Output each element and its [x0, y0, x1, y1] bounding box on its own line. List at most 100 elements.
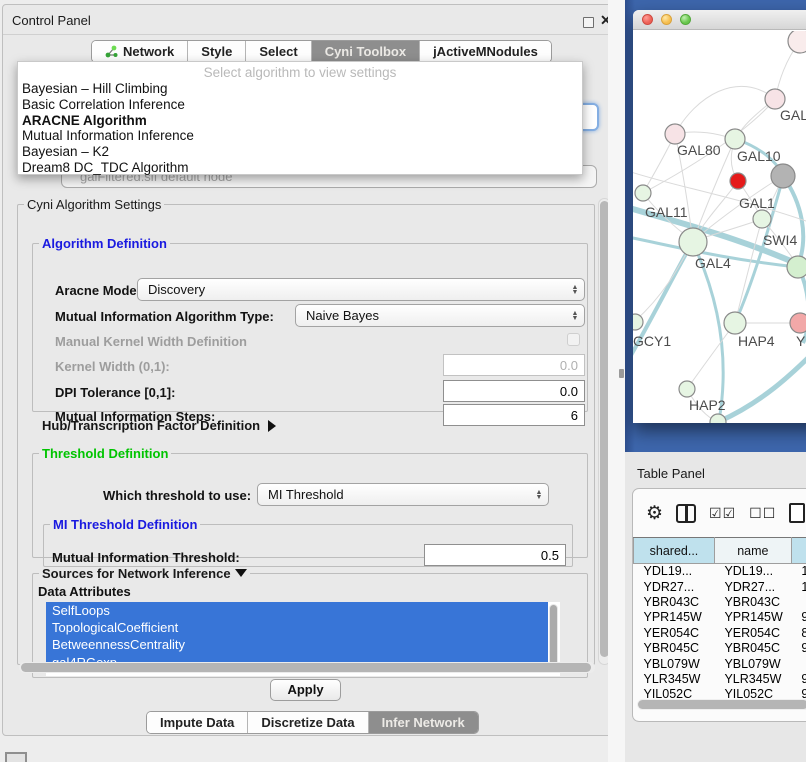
chevron-right-icon: [268, 420, 276, 432]
node-table: shared...nameA YDL19...YDL19...13YDR27..…: [633, 537, 806, 702]
network-node-gal10[interactable]: [725, 129, 745, 149]
table-row[interactable]: YDL19...YDL19...13: [634, 564, 806, 579]
table-cell: YER054C: [714, 625, 791, 640]
table-cell: YDR27...: [634, 579, 715, 594]
tab-style[interactable]: Style: [188, 41, 246, 62]
select-all-icon[interactable]: ☑☑: [709, 505, 736, 522]
stepper-icon: ▲▼: [530, 484, 548, 505]
algorithm-definition-title: Algorithm Definition: [39, 236, 170, 251]
minimized-panel-icon[interactable]: [5, 752, 27, 762]
mi-threshold-definition-title: MI Threshold Definition: [50, 517, 200, 532]
settings-group-title: Cyni Algorithm Settings: [24, 197, 164, 212]
mi-steps-field[interactable]: [443, 404, 585, 426]
data-attributes-label: Data Attributes: [38, 584, 131, 599]
network-edge[interactable]: [687, 323, 735, 389]
tab-infer-network[interactable]: Infer Network: [369, 712, 478, 733]
tab-label: Select: [259, 44, 297, 59]
network-edge[interactable]: [718, 351, 806, 422]
settings-horizontal-scrollbar[interactable]: [19, 662, 595, 673]
network-edge[interactable]: [783, 176, 803, 266]
network-node[interactable]: [710, 414, 726, 423]
table-row[interactable]: YBR043CYBR043C: [634, 594, 806, 609]
mi-algorithm-type-label: Mutual Information Algorithm Type:: [55, 309, 274, 324]
table-row[interactable]: YLR345WYLR345W9.: [634, 671, 806, 686]
algorithm-option[interactable]: Bayesian – Hill Climbing: [18, 81, 582, 97]
tab-discretize-data[interactable]: Discretize Data: [248, 712, 368, 733]
network-node-gcy1[interactable]: [633, 314, 643, 330]
table-row[interactable]: YBL079WYBL079W: [634, 656, 806, 671]
which-threshold-combo[interactable]: MI Threshold ▲▼: [257, 483, 549, 506]
network-window[interactable]: GALGAL80GAL10GAL11GAL1SWI4GAL4GCY1HAP4YH…: [633, 10, 806, 423]
algorithm-option[interactable]: Basic Correlation Inference: [18, 97, 582, 113]
network-node-hap2[interactable]: [679, 381, 695, 397]
network-edge[interactable]: [675, 86, 775, 134]
attribute-item[interactable]: TopologicalCoefficient: [46, 619, 548, 636]
gear-icon[interactable]: ⚙: [646, 504, 663, 523]
network-node-gal80[interactable]: [665, 124, 685, 144]
tab-cyni-toolbox[interactable]: Cyni Toolbox: [312, 41, 420, 62]
columns-icon[interactable]: [676, 504, 696, 523]
manual-kernel-checkbox[interactable]: [567, 333, 580, 346]
mi-algorithm-type-combo[interactable]: Naive Bayes ▲▼: [295, 304, 585, 327]
sources-title[interactable]: Sources for Network Inference: [39, 566, 250, 581]
tab-network[interactable]: Network: [92, 41, 188, 62]
mi-threshold-field[interactable]: [424, 544, 566, 566]
node-label: HAP2: [689, 397, 726, 413]
network-node[interactable]: [730, 173, 746, 189]
algorithm-option[interactable]: Bayesian – K2: [18, 144, 582, 160]
network-node-gal4[interactable]: [679, 228, 707, 256]
attribute-item[interactable]: BetweennessCentrality: [46, 636, 548, 653]
deselect-all-icon[interactable]: ☐☐: [749, 505, 776, 522]
attribute-item[interactable]: SelfLoops: [46, 602, 548, 619]
close-traffic-light-icon[interactable]: [642, 14, 653, 25]
kernel-width-field[interactable]: [443, 354, 585, 376]
column-header[interactable]: A: [791, 538, 806, 564]
mi-algorithm-type-value: Naive Bayes: [296, 308, 566, 323]
network-node-gal[interactable]: [765, 89, 785, 109]
which-threshold-label: Which threshold to use:: [103, 488, 251, 503]
table-cell: YDL19...: [714, 564, 791, 579]
network-window-titlebar[interactable]: [633, 10, 806, 30]
node-label: GAL4: [695, 255, 731, 271]
threshold-definition-group: Threshold Definition Which threshold to …: [32, 446, 588, 558]
network-node-swi4[interactable]: [787, 256, 806, 278]
table-row[interactable]: YBR045CYBR045C9.: [634, 640, 806, 655]
column-header[interactable]: shared...: [634, 538, 715, 564]
dpi-tolerance-field[interactable]: [443, 380, 585, 402]
network-node-hap4[interactable]: [724, 312, 746, 334]
table-panel-title: Table Panel: [637, 466, 705, 481]
network-node-y[interactable]: [790, 313, 806, 333]
table-row[interactable]: YPR145WYPR145W9.: [634, 610, 806, 625]
function-builder-icon[interactable]: [789, 503, 805, 523]
hub-expander[interactable]: Hub/Transcription Factor Definition: [42, 418, 276, 433]
bottom-tab-bar: Impute DataDiscretize DataInfer Network: [146, 711, 479, 734]
table-row[interactable]: YER054CYER054C8.: [634, 625, 806, 640]
network-node[interactable]: [771, 164, 795, 188]
algorithm-option[interactable]: ARACNE Algorithm: [18, 113, 582, 129]
float-window-icon[interactable]: [583, 17, 594, 28]
node-label: GAL1: [739, 195, 775, 211]
split-handle[interactable]: [619, 369, 624, 378]
aracne-mode-combo[interactable]: Discovery ▲▼: [137, 278, 585, 301]
aracne-mode-value: Discovery: [138, 282, 566, 297]
table-row[interactable]: YDR27...YDR27...12: [634, 579, 806, 594]
zoom-traffic-light-icon[interactable]: [680, 14, 691, 25]
algorithm-option[interactable]: Dream8 DC_TDC Algorithm: [18, 160, 582, 176]
minimize-traffic-light-icon[interactable]: [661, 14, 672, 25]
network-edge[interactable]: [735, 219, 762, 323]
network-node-gal1[interactable]: [753, 210, 771, 228]
network-node[interactable]: [788, 31, 806, 53]
table-horizontal-scrollbar[interactable]: [637, 699, 806, 710]
tab-jactivemnodules[interactable]: jActiveMNodules: [420, 41, 551, 62]
control-panel: Control Panel ✕ NetworkStyleSelectCyni T…: [2, 4, 618, 736]
algorithm-option[interactable]: Mutual Information Inference: [18, 128, 582, 144]
table-cell: YBR045C: [714, 640, 791, 655]
tab-select[interactable]: Select: [246, 41, 311, 62]
network-node-gal11[interactable]: [635, 185, 651, 201]
network-canvas[interactable]: GALGAL80GAL10GAL11GAL1SWI4GAL4GCY1HAP4YH…: [633, 31, 806, 423]
apply-button[interactable]: Apply: [270, 679, 341, 701]
node-label: GAL11: [645, 204, 688, 220]
table-cell: 9.: [791, 640, 806, 655]
tab-impute-data[interactable]: Impute Data: [147, 712, 248, 733]
column-header[interactable]: name: [714, 538, 791, 564]
